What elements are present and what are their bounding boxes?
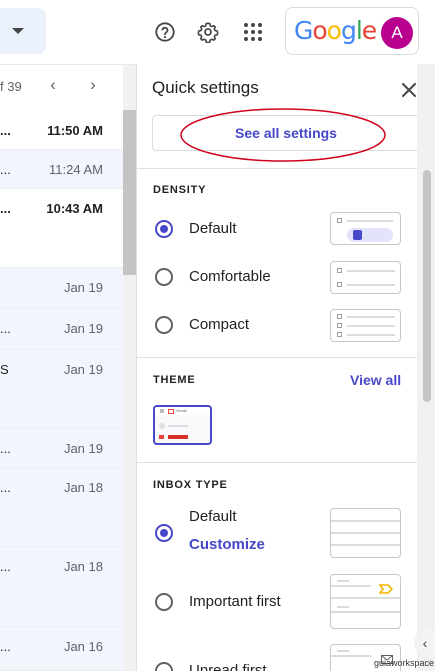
sender-snippet: ... — [0, 480, 11, 495]
search-options-dropdown[interactable] — [0, 8, 46, 54]
mail-row[interactable]: Jan 19 — [0, 268, 123, 309]
mail-row[interactable]: ... Jan 18 — [0, 468, 123, 547]
caret-down-icon — [12, 28, 24, 34]
mail-date: Jan 18 — [63, 559, 103, 574]
older-page-icon[interactable]: › — [83, 75, 103, 95]
mail-date: 11:24 AM — [49, 162, 103, 177]
gmail-logo-text: Gmail — [176, 408, 187, 413]
sender-snippet: ... — [0, 441, 11, 456]
avatar[interactable]: A — [381, 17, 413, 49]
newer-page-icon[interactable]: ‹ — [43, 75, 63, 95]
divider — [137, 168, 417, 169]
density-compact-preview — [330, 309, 401, 342]
watermark-text: guiaworkspace — [374, 658, 435, 668]
help-icon[interactable] — [149, 16, 181, 48]
pagination-count: f 39 — [0, 79, 22, 94]
radio-unselected[interactable] — [155, 316, 173, 334]
chevron-left-icon: ‹ — [422, 635, 428, 651]
sender-snippet: ... — [0, 321, 11, 336]
quick-settings-panel: Quick settings See all settings DENSITY … — [136, 64, 435, 671]
google-account-button[interactable]: Google A — [285, 7, 419, 55]
option-label: Unread first — [189, 662, 267, 671]
option-label: Important first — [189, 593, 281, 610]
mail-row[interactable]: ... 11:50 AM — [0, 111, 123, 150]
option-label: Comfortable — [189, 268, 271, 285]
mail-row[interactable]: S Jan 19 — [0, 350, 123, 429]
mail-date: Jan 16 — [63, 639, 103, 654]
option-label: Default — [189, 220, 237, 237]
sender-snippet: S — [0, 362, 9, 377]
density-comfortable-preview — [330, 261, 401, 294]
mail-date: 10:43 AM — [46, 201, 103, 216]
inbox-type-heading: INBOX TYPE — [153, 479, 228, 491]
quick-settings-title: Quick settings — [152, 78, 259, 97]
mail-row[interactable]: ... Jan 18 — [0, 547, 123, 627]
apps-grid-icon[interactable] — [237, 16, 269, 48]
radio-unselected[interactable] — [155, 593, 173, 611]
mail-row[interactable]: ... 11:24 AM — [0, 150, 123, 189]
theme-preview[interactable]: Gmail — [153, 405, 212, 445]
divider — [137, 357, 417, 358]
pagination: f 39 ‹ › — [0, 65, 136, 109]
option-label: Compact — [189, 316, 250, 333]
sender-snippet: ... — [0, 639, 11, 654]
sender-snippet: ... — [0, 123, 11, 138]
radio-selected[interactable] — [155, 524, 173, 542]
radio-unselected[interactable] — [155, 268, 173, 286]
mail-date: Jan 19 — [63, 441, 103, 456]
mail-date: 11:50 AM — [47, 123, 103, 138]
red-annotation-ellipse — [180, 108, 386, 162]
theme-heading: THEME — [153, 374, 196, 386]
inbox-important-preview — [330, 574, 401, 629]
mail-date: Jan 18 — [63, 480, 103, 495]
mail-date: Jan 19 — [63, 362, 103, 377]
mail-date: Jan 19 — [63, 321, 103, 336]
mail-row[interactable]: ... 10:43 AM — [0, 189, 123, 268]
inbox-default-preview — [330, 508, 401, 558]
top-header: Google A — [0, 0, 435, 64]
view-all-themes-link[interactable]: View all — [350, 372, 401, 388]
sender-snippet: ... — [0, 201, 11, 216]
quick-settings-scrollbar-thumb[interactable] — [423, 170, 431, 402]
option-label: Default — [189, 508, 237, 525]
side-panel-toggle[interactable]: ‹ — [414, 629, 435, 657]
density-default-preview — [330, 212, 401, 245]
divider — [137, 462, 417, 463]
customize-link[interactable]: Customize — [189, 536, 265, 553]
radio-selected[interactable] — [155, 220, 173, 238]
google-logo: Google — [294, 16, 377, 45]
radio-unselected[interactable] — [155, 662, 173, 671]
density-heading: DENSITY — [153, 184, 207, 196]
mail-date: Jan 19 — [63, 280, 103, 295]
settings-gear-icon[interactable] — [192, 16, 224, 48]
mail-row[interactable]: ... Jan 16 — [0, 627, 123, 671]
sender-snippet: ... — [0, 559, 11, 574]
mail-row[interactable]: ... Jan 19 — [0, 429, 123, 468]
mail-row[interactable]: ... Jan 19 — [0, 309, 123, 350]
gmail-icon — [168, 409, 174, 414]
sender-snippet: ... — [0, 162, 11, 177]
